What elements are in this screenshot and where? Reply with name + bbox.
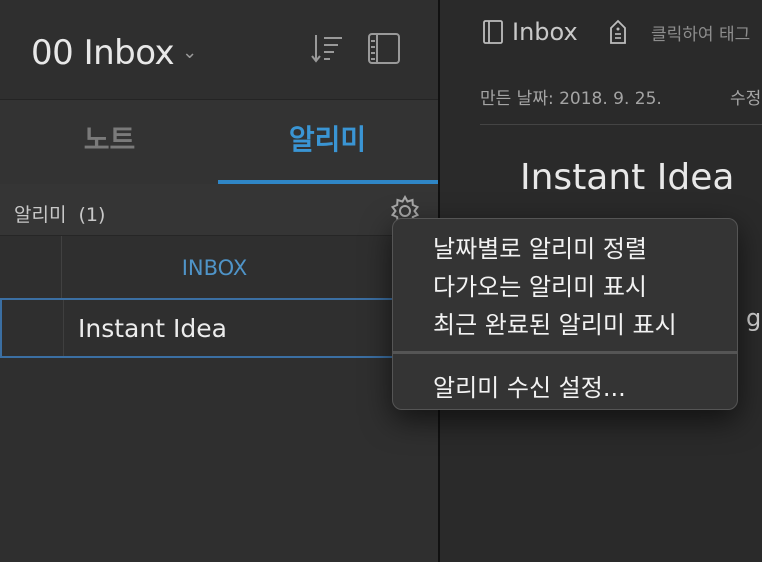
section-count: (1) — [78, 204, 106, 226]
section-label: 알리미 — [14, 204, 67, 226]
menu-item-sort-by-date[interactable]: 날짜별로 알리미 정렬 — [433, 229, 647, 264]
notebook-view-icon[interactable] — [367, 32, 401, 66]
reminders-section-header: 알리미 (1) — [0, 184, 438, 236]
sort-icon[interactable] — [310, 32, 344, 66]
tag-icon — [610, 19, 626, 44]
note-body-text[interactable]: gli — [746, 304, 762, 332]
notes-list-panel: 00 Inbox ⌄ 노트 알리미 알리미 (1) INBOX Instant … — [0, 0, 438, 562]
tab-reminders[interactable]: 알리미 — [218, 100, 437, 184]
created-date: 만든 날짜: 2018. 9. 25. — [480, 89, 662, 109]
tab-notes[interactable]: 노트 — [0, 100, 219, 184]
note-notebook-name[interactable]: Inbox — [512, 18, 578, 46]
chevron-down-icon: ⌄ — [182, 42, 197, 63]
group-label: INBOX — [181, 256, 248, 280]
notebook-title: 00 Inbox — [31, 33, 175, 73]
meta-divider — [480, 124, 762, 125]
menu-item-show-upcoming[interactable]: 다가오는 알리미 표시 — [433, 267, 647, 302]
reminder-options-menu: 날짜별로 알리미 정렬 다가오는 알리미 표시 최근 완료된 알리미 표시 알리… — [392, 218, 738, 410]
tab-bar: 노트 알리미 — [0, 100, 438, 184]
list-item-title: Instant Idea — [78, 314, 227, 343]
notebook-title-dropdown[interactable]: 00 Inbox ⌄ — [31, 33, 197, 73]
menu-item-reminder-settings[interactable]: 알리미 수신 설정... — [433, 368, 626, 403]
note-title[interactable]: Instant Idea — [520, 157, 734, 198]
tag-input[interactable]: 클릭하여 태그 — [651, 20, 750, 45]
menu-separator — [393, 351, 737, 354]
list-header: 00 Inbox ⌄ — [0, 0, 438, 100]
modified-date: 수정 — [730, 89, 762, 109]
row-divider — [63, 300, 64, 356]
list-item[interactable]: Instant Idea — [0, 298, 438, 358]
menu-item-show-recently-completed[interactable]: 최근 완료된 알리미 표시 — [433, 305, 677, 340]
notebook-icon — [483, 20, 503, 44]
